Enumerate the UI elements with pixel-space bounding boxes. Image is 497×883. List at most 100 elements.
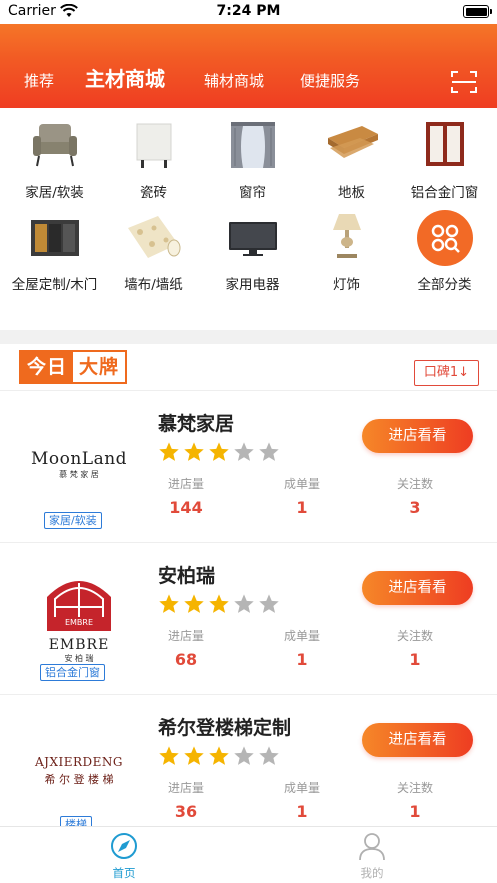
category-all[interactable]: 全部分类 — [395, 202, 494, 294]
category-label: 全屋定制/木门 — [11, 277, 98, 293]
category-label: 地板 — [338, 185, 365, 201]
all-categories-icon — [416, 210, 473, 266]
stat-label: 成单量 — [283, 477, 320, 491]
status-bar: Carrier 7:24 PM — [0, 0, 497, 24]
stat-label: 成单量 — [283, 629, 320, 643]
star-filled-icon — [209, 746, 229, 765]
stat-value: 1 — [409, 650, 421, 669]
shop-category-tag: 铝合金门窗 — [40, 664, 105, 681]
tile-icon — [136, 123, 171, 168]
shop-category-tag: 家居/软装 — [44, 512, 102, 529]
today-brand-badge: 今日 大牌 — [19, 350, 128, 384]
curtain-icon — [230, 122, 275, 168]
category-flooring[interactable]: 地板 — [302, 110, 401, 202]
stat-followers: 关注数 3 — [370, 475, 460, 517]
category-custom-wardrobe[interactable]: 全屋定制/木门 — [5, 202, 104, 294]
stat-value: 1 — [296, 498, 308, 517]
stat-label: 进店量 — [167, 781, 204, 795]
tab-label: 首页 — [112, 866, 136, 880]
shop-name: 慕梵家居 — [158, 413, 235, 435]
stat-followers: 关注数 1 — [370, 779, 460, 821]
logo-text: EMBRE — [48, 637, 110, 653]
stat-value: 36 — [174, 802, 198, 821]
enter-shop-button[interactable]: 进店看看 — [362, 419, 473, 453]
star-filled-icon — [184, 594, 204, 613]
bottom-tab-bar: 首页 我的 — [0, 826, 497, 883]
shop-card[interactable]: MoonLand 慕 梵 家 居 家居/软装 慕梵家居 进店看看 进店量 144… — [0, 390, 497, 542]
star-empty-icon — [259, 442, 279, 461]
star-empty-icon — [259, 746, 279, 765]
star-empty-icon — [234, 594, 254, 613]
armchair-icon — [32, 124, 77, 167]
tab-mine[interactable]: 我的 — [312, 831, 432, 881]
window-frame-icon — [425, 122, 464, 166]
shop-card[interactable]: EMBRE EMBRE 安 柏 瑞 铝合金门窗 安柏瑞 进店看看 进店量 68 … — [0, 542, 497, 694]
category-furniture[interactable]: 家居/软装 — [5, 110, 104, 202]
category-tile[interactable]: 瓷砖 — [104, 110, 203, 202]
star-filled-icon — [159, 594, 179, 613]
category-label: 窗帘 — [239, 185, 266, 201]
star-filled-icon — [184, 442, 204, 461]
section-divider — [0, 330, 497, 344]
star-filled-icon — [209, 594, 229, 613]
logo-text: MoonLand — [30, 449, 128, 469]
stat-label: 进店量 — [167, 477, 204, 491]
stat-visits: 进店量 36 — [141, 779, 231, 821]
star-filled-icon — [209, 442, 229, 461]
category-curtain[interactable]: 窗帘 — [203, 110, 302, 202]
tab-main-materials[interactable]: 主材商城 — [85, 62, 165, 96]
stat-value: 3 — [409, 498, 421, 517]
badge-today: 今日 — [21, 352, 74, 382]
category-lighting[interactable]: 灯饰 — [297, 202, 396, 294]
badge-brand: 大牌 — [73, 352, 126, 382]
stat-deals: 成单量 1 — [257, 627, 347, 669]
star-empty-icon — [234, 746, 254, 765]
enter-shop-button[interactable]: 进店看看 — [362, 723, 473, 757]
category-label: 墙布/墙纸 — [124, 277, 183, 293]
star-empty-icon — [259, 594, 279, 613]
stat-value: 144 — [169, 498, 203, 517]
star-filled-icon — [159, 442, 179, 461]
stat-visits: 进店量 68 — [141, 627, 231, 669]
category-label: 灯饰 — [333, 277, 360, 293]
stat-value: 1 — [296, 802, 308, 821]
category-home-appliances[interactable]: 家用电器 — [203, 202, 302, 294]
star-filled-icon — [159, 746, 179, 765]
tab-home[interactable]: 首页 — [64, 831, 184, 881]
status-time: 7:24 PM — [216, 3, 281, 19]
category-wallpaper[interactable]: 墙布/墙纸 — [104, 202, 203, 294]
sort-button[interactable]: 口碑1↓ — [413, 360, 479, 386]
brand-section-header: 今日 大牌 口碑1↓ — [0, 348, 497, 388]
logo-subtext: 慕 梵 家 居 — [59, 470, 99, 479]
star-filled-icon — [184, 746, 204, 765]
shop-card[interactable]: AJXIERDENG 希 尔 登 楼 梯 楼梯 希尔登楼梯定制 进店看看 进店量… — [0, 694, 497, 846]
category-aluminum-windows[interactable]: 铝合金门窗 — [395, 110, 494, 202]
embre-emblem-icon: EMBRE — [47, 581, 111, 631]
tab-convenient-services[interactable]: 便捷服务 — [300, 64, 360, 98]
wallpaper-roll-icon — [127, 216, 180, 258]
stat-label: 关注数 — [396, 781, 433, 795]
star-empty-icon — [234, 442, 254, 461]
rating-stars — [158, 745, 280, 767]
stat-visits: 进店量 144 — [141, 475, 231, 517]
stat-label: 关注数 — [396, 477, 433, 491]
tab-recommend[interactable]: 推荐 — [24, 64, 54, 98]
tab-auxiliary-materials[interactable]: 辅材商城 — [204, 64, 264, 98]
rating-stars — [158, 593, 280, 615]
logo-text: AJXIERDENG — [34, 755, 124, 769]
stat-label: 关注数 — [396, 629, 433, 643]
logo-subtext: 希 尔 登 楼 梯 — [44, 773, 114, 786]
enter-shop-button[interactable]: 进店看看 — [362, 571, 473, 605]
stat-label: 进店量 — [167, 629, 204, 643]
shop-name: 希尔登楼梯定制 — [158, 717, 292, 739]
tab-label: 我的 — [360, 866, 384, 880]
scan-icon[interactable] — [451, 70, 477, 94]
category-label: 家用电器 — [225, 277, 280, 293]
shop-logo: EMBRE EMBRE 安 柏 瑞 — [20, 555, 138, 665]
user-icon — [359, 833, 385, 861]
category-grid: 家居/软装 瓷砖 窗帘 地板 铝合金门窗 全屋定制/木门 墙布/墙纸 家用电器 … — [0, 110, 497, 330]
top-nav: 推荐 主材商城 辅材商城 便捷服务 — [0, 64, 497, 98]
battery-icon — [463, 5, 492, 18]
shop-name: 安柏瑞 — [158, 565, 216, 587]
stat-value: 1 — [296, 650, 308, 669]
